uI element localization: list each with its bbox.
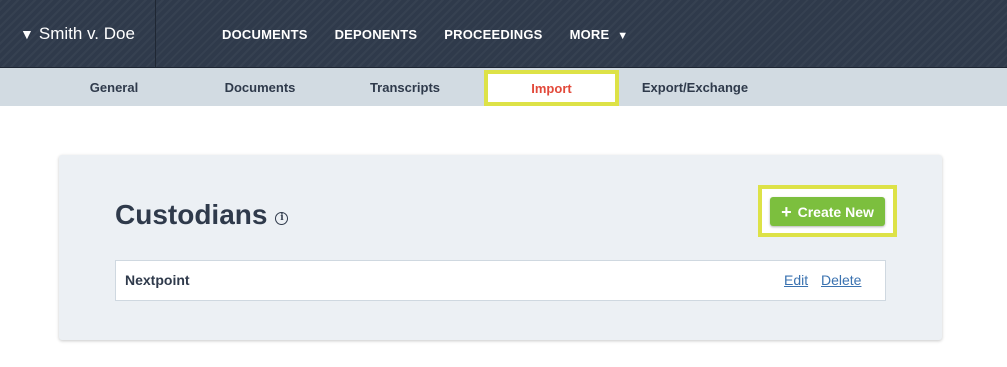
main-nav: DOCUMENTS DEPONENTS PROCEEDINGS MORE ▼ bbox=[222, 0, 655, 68]
caret-down-icon: ▼ bbox=[20, 26, 34, 42]
create-new-button[interactable]: + Create New bbox=[770, 197, 885, 226]
create-new-label: Create New bbox=[797, 203, 874, 220]
case-selector[interactable]: ▼ Smith v. Doe bbox=[0, 0, 156, 68]
tab-import[interactable]: Import bbox=[484, 70, 619, 106]
edit-link[interactable]: Edit bbox=[784, 272, 808, 288]
create-new-highlight: + Create New bbox=[758, 185, 897, 237]
nav-documents[interactable]: DOCUMENTS bbox=[222, 27, 308, 42]
page-title: Custodians i bbox=[115, 199, 289, 231]
case-name: Smith v. Doe bbox=[38, 24, 135, 43]
custodians-heading: Custodians bbox=[115, 199, 268, 230]
top-navigation-bar: ▼ Smith v. Doe DOCUMENTS DEPONENTS PROCE… bbox=[0, 0, 1007, 68]
delete-link[interactable]: Delete bbox=[821, 272, 861, 288]
custodian-name: Nextpoint bbox=[125, 272, 190, 288]
tab-documents[interactable]: Documents bbox=[212, 68, 308, 106]
plus-icon: + bbox=[781, 201, 792, 222]
nav-more[interactable]: MORE ▼ bbox=[570, 27, 629, 42]
custodians-panel: Custodians i + Create New Nextpoint Edit… bbox=[59, 155, 942, 340]
nav-deponents[interactable]: DEPONENTS bbox=[335, 27, 418, 42]
tab-transcripts[interactable]: Transcripts bbox=[360, 68, 450, 106]
caret-down-icon: ▼ bbox=[617, 29, 629, 42]
settings-subnav: General Documents Transcripts Import Exp… bbox=[0, 68, 1007, 106]
list-item: Nextpoint Edit Delete bbox=[115, 260, 886, 301]
nav-more-label: MORE bbox=[569, 26, 610, 42]
tab-export-exchange[interactable]: Export/Exchange bbox=[638, 68, 752, 106]
tab-general[interactable]: General bbox=[74, 68, 154, 106]
nav-proceedings[interactable]: PROCEEDINGS bbox=[444, 27, 542, 42]
info-icon[interactable]: i bbox=[275, 211, 289, 225]
